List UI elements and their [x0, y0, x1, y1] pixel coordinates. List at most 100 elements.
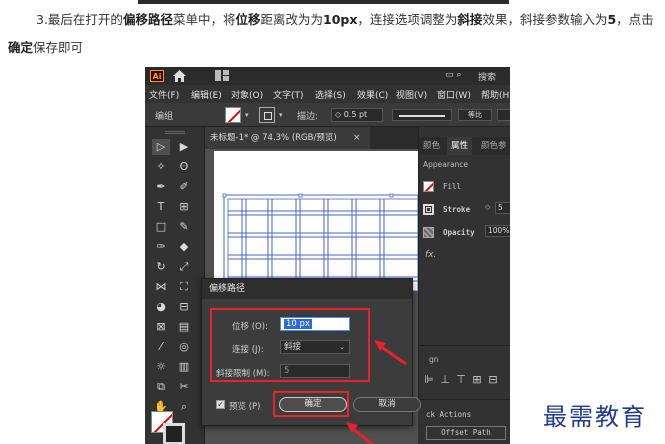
column-graph-tool-icon[interactable]: ▥	[175, 359, 193, 375]
curvature-tool-icon[interactable]: ✐	[175, 179, 193, 195]
quick-actions-heading: ck Actions	[426, 410, 472, 419]
divider	[419, 345, 510, 346]
document-tabs: 未标题-1* @ 74.3% (RGB/预览) ×	[205, 127, 418, 149]
perspective-grid-tool-icon[interactable]: ⊟	[175, 299, 193, 315]
tab-properties[interactable]: 属性	[447, 137, 473, 155]
fill-none-swatch[interactable]	[423, 181, 434, 192]
fill-none-swatch[interactable]	[225, 107, 241, 123]
opacity-label[interactable]: Opacity	[443, 228, 475, 237]
menu-bar: 文件(F) 编辑(E) 对象(O) 文字(T) 选择(S) 效果(C) 视图(V…	[145, 85, 510, 103]
stroke-weight-input[interactable]: 5	[495, 202, 510, 214]
pen-tool-icon[interactable]: ✒	[152, 179, 170, 195]
panel-grip-icon[interactable]	[165, 131, 185, 134]
control-bar: 编组 ▾ ▾ 描边: ◇ 0.5 pt 等比	[145, 103, 510, 127]
gradient-tool-icon[interactable]: ▤	[175, 319, 193, 335]
zoom-tool-icon[interactable]: ⌕	[175, 399, 193, 415]
annotation-arrow-icon	[346, 422, 373, 444]
align-top-icon[interactable]: ⊞	[471, 374, 483, 386]
direct-selection-tool-icon[interactable]: ▶	[175, 139, 193, 155]
grid-artwork[interactable]	[214, 151, 418, 291]
profile-select[interactable]: 等比	[458, 109, 492, 121]
selection-tool-icon[interactable]: ▷	[152, 139, 170, 155]
slice-tool-icon[interactable]: ✂	[175, 379, 193, 395]
menu-file[interactable]: 文件(F)	[149, 88, 179, 101]
mesh-tool-icon[interactable]: ⊠	[152, 319, 170, 335]
rotate-tool-icon[interactable]: ↻	[152, 259, 170, 275]
width-tool-icon[interactable]: ⋈	[152, 279, 170, 295]
stroke-weight-label: 描边:	[297, 112, 319, 122]
menu-help[interactable]: 帮助(H)	[481, 88, 510, 101]
tools-panel: ▷ ▶ ✧ ʘ ✒ ✐ T ⊞ □ ✎ ✑ ◆ ↻ ⤢ ⋈ ⛶ ◕ ⊟ ⊠ ▤ …	[145, 127, 205, 444]
menu-effect[interactable]: 效果(C)	[357, 88, 388, 101]
align-center-icon[interactable]: ⊥	[439, 374, 451, 386]
menu-window[interactable]: 窗口(W)	[437, 88, 471, 101]
stroke-label[interactable]: Stroke	[443, 205, 470, 214]
previous-screenshot-edge	[138, 0, 509, 4]
menu-edit[interactable]: 编辑(E)	[191, 88, 222, 101]
align-heading: gn	[429, 355, 439, 364]
instruction-line-2: 确定保存即可	[8, 40, 84, 55]
offset-path-button[interactable]: Offset Path	[426, 426, 506, 440]
tab-color-guide[interactable]: 颜色参	[477, 137, 510, 155]
cancel-button[interactable]: 取消	[353, 397, 421, 412]
app-titlebar: Ai ▭ ⌕ 搜索	[145, 67, 510, 85]
magic-wand-tool-icon[interactable]: ✧	[152, 159, 170, 175]
appearance-heading: Appearance	[423, 160, 469, 169]
annotation-box-fields	[210, 308, 370, 382]
chevron-down-icon[interactable]: ▾	[245, 111, 249, 119]
table-grid-tool-icon[interactable]: ⊞	[175, 199, 193, 215]
fx-icon[interactable]: fx.	[425, 250, 436, 260]
annotation-box-ok	[273, 391, 349, 417]
quick-actions-section: ck Actions Offset Path	[418, 404, 510, 444]
stroke-swatch[interactable]	[259, 107, 275, 123]
fill-label: Fill	[443, 182, 462, 191]
spinner-icon[interactable]: ◇	[485, 203, 490, 211]
stroke-color-box[interactable]	[163, 423, 185, 444]
window-controls-icon[interactable]: ▭ ⌕	[445, 70, 461, 80]
opacity-input[interactable]: 100%	[485, 225, 510, 237]
preview-checkbox[interactable]: ✓	[216, 400, 225, 409]
artboard	[214, 151, 418, 291]
lasso-tool-icon[interactable]: ʘ	[175, 159, 193, 175]
free-transform-tool-icon[interactable]: ⛶	[175, 279, 193, 295]
watermark: 最需教育	[543, 403, 647, 431]
document-tab[interactable]: 未标题-1* @ 74.3% (RGB/预览)	[205, 127, 370, 149]
eyedropper-tool-icon[interactable]: ⁄	[152, 339, 170, 355]
panel-tabs: 颜色 属性 颜色参	[419, 137, 510, 155]
paintbrush-tool-icon[interactable]: ✎	[175, 219, 193, 235]
blend-tool-icon[interactable]: ◎	[175, 339, 193, 355]
home-icon[interactable]	[173, 70, 186, 82]
stroke-swatch-icon[interactable]	[423, 204, 434, 215]
spinner-icon[interactable]: ◇	[335, 110, 341, 119]
properties-panel: 颜色 属性 颜色参 Appearance Fill Stroke ◇ 5 Opa…	[418, 127, 510, 444]
arrange-documents-icon[interactable]	[215, 70, 229, 81]
brush-definition[interactable]	[497, 109, 510, 121]
rectangle-tool-icon[interactable]: □	[152, 219, 170, 235]
dialog-title: 偏移路径	[202, 279, 412, 299]
search-label[interactable]: 搜索	[478, 70, 496, 83]
tab-color[interactable]: 颜色	[419, 137, 444, 155]
eraser-tool-icon[interactable]: ◆	[175, 239, 193, 255]
align-right-icon[interactable]: ⊤	[455, 374, 467, 386]
instruction-line-1: 3.最后在打开的偏移路径菜单中，将位移距离改为为10px，连接选项调整为斜接效果…	[36, 12, 654, 27]
app-logo: Ai	[150, 70, 164, 82]
annotation-arrow-icon	[374, 340, 407, 366]
menu-select[interactable]: 选择(S)	[315, 88, 346, 101]
menu-object[interactable]: 对象(O)	[231, 88, 263, 101]
artboard-tool-icon[interactable]: ⧉	[152, 379, 170, 395]
type-tool-icon[interactable]: T	[152, 199, 170, 215]
close-tab-icon[interactable]: ×	[353, 127, 361, 149]
menu-view[interactable]: 视图(V)	[396, 88, 427, 101]
shape-builder-tool-icon[interactable]: ◕	[152, 299, 170, 315]
variable-width-profile[interactable]	[392, 109, 452, 121]
divider	[419, 399, 510, 400]
stroke-weight-input[interactable]: ◇ 0.5 pt	[331, 108, 383, 122]
align-bottom-icon[interactable]: ⊟	[487, 374, 499, 386]
symbol-sprayer-tool-icon[interactable]: ☼	[152, 359, 170, 375]
shaper-tool-icon[interactable]: ✑	[152, 239, 170, 255]
align-left-icon[interactable]: ⊫	[423, 374, 435, 386]
scale-tool-icon[interactable]: ⤢	[175, 259, 193, 275]
chevron-down-icon[interactable]: ▾	[279, 111, 283, 119]
menu-type[interactable]: 文字(T)	[273, 88, 304, 101]
preview-label: 预览 (P)	[229, 402, 261, 412]
